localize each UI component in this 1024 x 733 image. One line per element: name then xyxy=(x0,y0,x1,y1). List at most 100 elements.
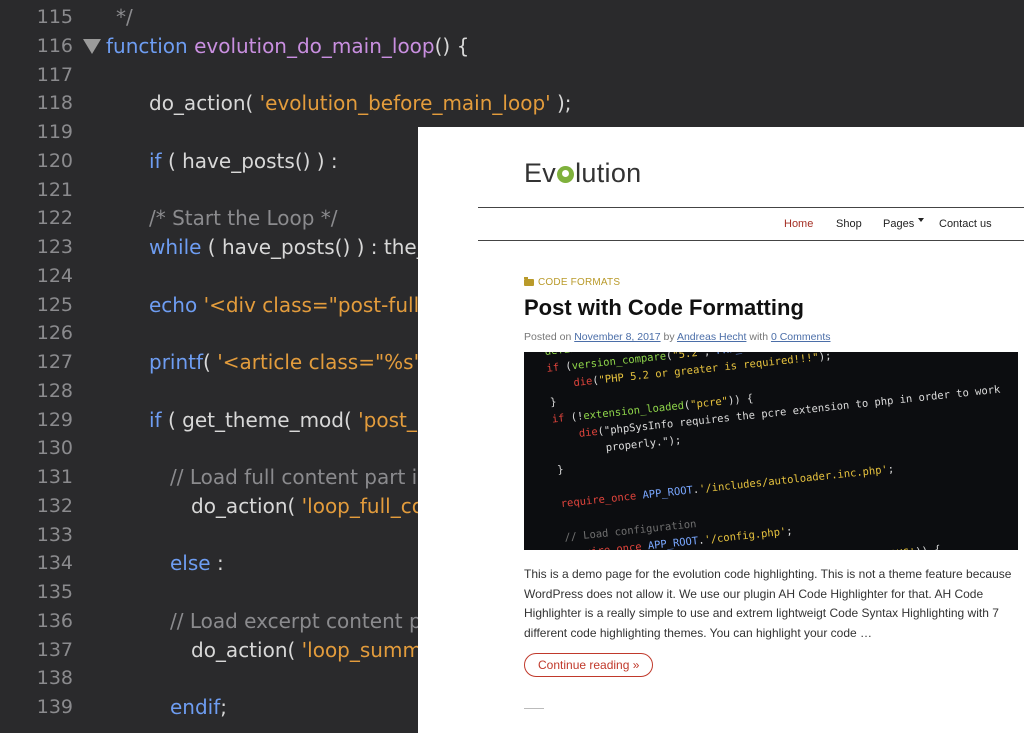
post-separator xyxy=(524,708,544,709)
code-token: printf xyxy=(149,350,204,374)
code-text: do_action( 'loop_summa xyxy=(191,636,434,664)
code-text: function evolution_do_main_loop() { xyxy=(106,32,469,60)
code-text: do_action( 'evolution_before_main_loop' … xyxy=(149,89,572,117)
line-number: 133 xyxy=(36,523,73,546)
line-number: 128 xyxy=(36,379,73,402)
code-text: */ xyxy=(116,3,133,31)
nav-item-contact[interactable]: Contact us xyxy=(939,218,992,230)
blog-preview-window: Ev lution Home Shop Pages Contact us CODE… xyxy=(418,127,1024,733)
code-token: ( have_posts() ) : xyxy=(161,148,338,173)
code-token: ( xyxy=(203,350,218,374)
site-logo[interactable]: Ev lution xyxy=(524,158,641,189)
post-excerpt: This is a demo page for the evolution co… xyxy=(524,567,1012,640)
leaf-logo-icon xyxy=(557,166,575,183)
code-token: function xyxy=(106,33,195,58)
code-token: else xyxy=(170,551,211,576)
line-number: 120 xyxy=(36,149,73,172)
code-text: printf( '<article class="%s">', xyxy=(149,348,451,376)
line-number: 117 xyxy=(36,63,73,86)
code-token: endif xyxy=(170,695,221,719)
line-number: 126 xyxy=(36,322,73,345)
code-token: // Load full content part in xyxy=(170,465,430,489)
code-text: else : xyxy=(170,549,224,577)
folder-icon xyxy=(524,277,534,286)
code-token: () { xyxy=(434,33,470,58)
post-thumbnail[interactable]: define('PSI_INTERNAL_XML', false);if (ve… xyxy=(524,352,1018,550)
code-token: ( have_posts() ) : the_p xyxy=(201,235,440,259)
line-number: 124 xyxy=(36,264,73,287)
code-token: '<article class="%s">' xyxy=(217,350,446,374)
line-number: 123 xyxy=(36,236,73,258)
line-number: 119 xyxy=(36,121,73,143)
line-number: 122 xyxy=(36,207,73,230)
code-line[interactable]: 116 function evolution_do_main_loop() { xyxy=(0,32,1024,61)
code-token: : xyxy=(210,551,224,576)
code-token: do_action( xyxy=(191,637,302,662)
code-token: '<div class="post-full pc xyxy=(203,292,450,317)
code-text: // Load full content part in xyxy=(170,463,430,491)
post-meta: Posted on November 8, 2017 by Andreas He… xyxy=(524,331,831,343)
by-text: by xyxy=(663,331,675,343)
thumbnail-code-image: define('PSI_INTERNAL_XML', false);if (ve… xyxy=(544,352,1018,550)
comments-link[interactable]: 0 Comments xyxy=(771,331,831,343)
code-token: /* Start the Loop */ xyxy=(149,206,338,231)
code-text: endif; xyxy=(170,693,227,721)
continue-reading-button[interactable]: Continue reading » xyxy=(524,653,654,677)
nav-item-pages[interactable]: Pages xyxy=(883,218,925,230)
caret-down-icon xyxy=(918,218,925,222)
line-number: 115 xyxy=(36,6,73,28)
code-token: */ xyxy=(116,5,133,29)
fold-arrow-icon[interactable] xyxy=(83,38,101,54)
post-date-link[interactable]: November 8, 2017 xyxy=(574,331,660,343)
code-text: do_action( 'loop_full_co xyxy=(191,492,424,520)
code-line[interactable]: 117 xyxy=(0,61,1024,90)
code-token: ; xyxy=(220,695,228,719)
with-text: with xyxy=(749,331,769,343)
posted-on-text: Posted on xyxy=(524,331,572,343)
line-number: 129 xyxy=(36,408,73,431)
line-number: 134 xyxy=(36,552,73,575)
line-number: 137 xyxy=(36,638,73,661)
main-nav: Home Shop Pages Contact us xyxy=(418,218,1024,238)
line-number: 121 xyxy=(36,178,73,201)
line-number: 136 xyxy=(36,609,73,632)
code-text: while ( have_posts() ) : the_p xyxy=(149,233,439,261)
header-bottom-rule xyxy=(478,240,1024,241)
line-number: 135 xyxy=(36,581,73,603)
code-token: ( get_theme_mod( xyxy=(161,407,359,432)
post-title[interactable]: Post with Code Formatting xyxy=(524,295,804,321)
code-text: /* Start the Loop */ xyxy=(149,204,338,232)
line-number: 138 xyxy=(36,667,73,690)
line-number: 139 xyxy=(36,696,73,718)
author-link[interactable]: Andreas Hecht xyxy=(677,331,746,343)
code-text: echo '<div class="post-full pc xyxy=(149,291,449,319)
line-number: 131 xyxy=(36,466,73,488)
code-token: 'evolution_before_main_loop' xyxy=(259,91,551,116)
line-number: 130 xyxy=(36,437,73,460)
code-token: echo xyxy=(149,292,198,317)
code-token: ); xyxy=(550,91,572,116)
line-number: 116 xyxy=(36,34,73,57)
line-number: 132 xyxy=(36,494,73,517)
post-category[interactable]: CODE FORMATS xyxy=(524,277,620,288)
code-token: if xyxy=(149,148,162,173)
line-number: 127 xyxy=(36,351,73,373)
logo-text-start: Ev xyxy=(524,158,557,188)
line-number: 118 xyxy=(36,92,73,115)
code-token: while xyxy=(149,235,202,259)
code-token: do_action( xyxy=(149,91,260,116)
code-text: if ( have_posts() ) : xyxy=(149,147,338,175)
code-token: 'loop_summa xyxy=(301,637,435,662)
logo-text-end: lution xyxy=(575,158,642,188)
line-number: 125 xyxy=(36,293,73,316)
code-token: if xyxy=(149,407,162,432)
code-text: // Load excerpt content pa xyxy=(170,607,434,635)
nav-item-shop[interactable]: Shop xyxy=(836,218,862,230)
nav-item-home[interactable]: Home xyxy=(784,218,813,230)
code-text: if ( get_theme_mod( 'post_d xyxy=(149,406,430,434)
code-line[interactable]: 115 */ xyxy=(0,3,1024,32)
code-token: do_action( xyxy=(191,493,302,518)
code-token: 'loop_full_co xyxy=(301,493,424,518)
code-line[interactable]: 118 do_action( 'evolution_before_main_loo… xyxy=(0,89,1024,118)
code-token: evolution_do_main_loop xyxy=(194,33,435,58)
